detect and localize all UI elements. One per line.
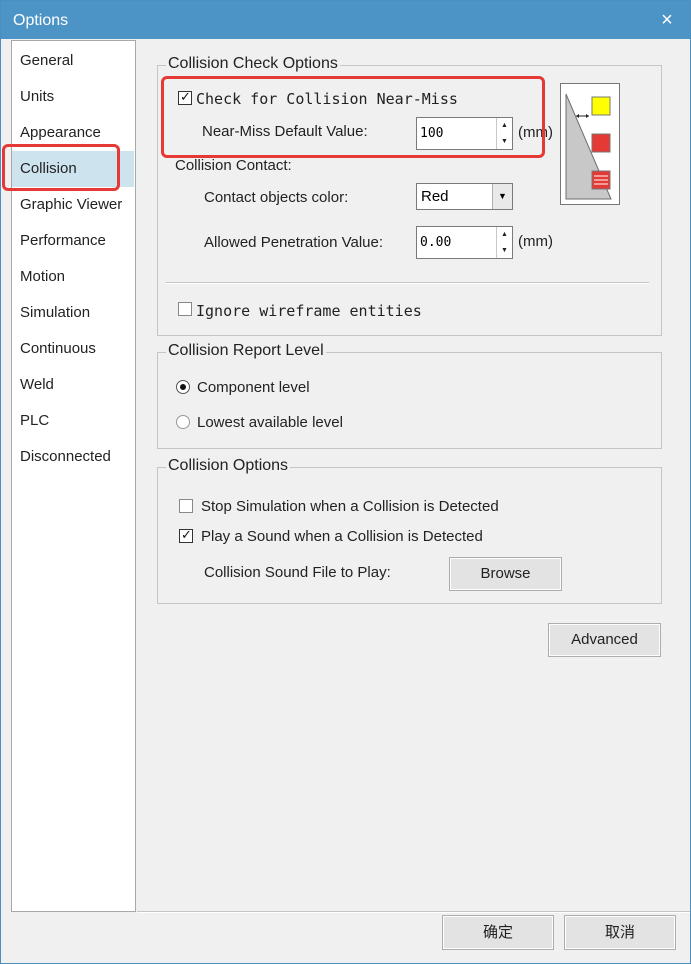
footer-divider (137, 911, 690, 913)
near-miss-checkbox-label: Check for Collision Near-Miss (196, 90, 458, 108)
nav-item-performance[interactable]: Performance (12, 223, 134, 259)
collision-preview-image (560, 83, 620, 205)
contact-swatch (591, 133, 611, 153)
radio-selected-dot (180, 384, 186, 390)
collision-preview-graphic (565, 93, 612, 200)
near-miss-value-spinner[interactable]: 100 ▲ ▼ (416, 117, 513, 150)
nav-item-motion[interactable]: Motion (12, 259, 134, 295)
nav-item-disconnected[interactable]: Disconnected (12, 439, 134, 475)
contact-color-value: Red (421, 188, 449, 205)
lowest-level-radio[interactable] (176, 415, 190, 429)
near-miss-swatch (591, 96, 611, 116)
penetration-unit: (mm) (518, 233, 553, 250)
nav-item-weld[interactable]: Weld (12, 367, 134, 403)
contact-color-select[interactable]: Red ▼ (416, 183, 513, 210)
collision-report-level-title: Collision Report Level (166, 342, 326, 360)
nav-item-graphic-viewer[interactable]: Graphic Viewer (12, 187, 134, 223)
near-miss-unit: (mm) (518, 124, 553, 141)
window-title: Options (13, 12, 69, 29)
penetration-value: 0.00 (420, 235, 452, 250)
play-sound-checkbox[interactable]: ✓ (179, 527, 193, 543)
nav-item-plc[interactable]: PLC (12, 403, 134, 439)
nav-item-continuous[interactable]: Continuous (12, 331, 134, 367)
spin-up-icon[interactable]: ▲ (497, 118, 512, 133)
component-level-label: Component level (197, 379, 310, 396)
close-icon[interactable]: × (644, 1, 690, 39)
penetration-label: Allowed Penetration Value: (204, 234, 384, 251)
component-level-radio[interactable] (176, 380, 190, 394)
collision-options-title: Collision Options (166, 457, 291, 475)
stop-simulation-label: Stop Simulation when a Collision is Dete… (201, 498, 499, 515)
play-sound-label: Play a Sound when a Collision is Detecte… (201, 528, 483, 545)
penetration-value-spinner[interactable]: 0.00 ▲ ▼ (416, 226, 513, 259)
nav-item-general[interactable]: General (12, 43, 134, 79)
nav-item-appearance[interactable]: Appearance (12, 115, 134, 151)
advanced-button[interactable]: Advanced (548, 623, 661, 657)
collision-contact-heading: Collision Contact: (175, 157, 292, 174)
spin-down-icon[interactable]: ▼ (497, 134, 512, 149)
near-miss-default-label: Near-Miss Default Value: (202, 123, 368, 140)
category-list: General Units Appearance Collision Graph… (11, 40, 136, 912)
arrowhead-right (586, 114, 589, 118)
ignore-wireframe-checkbox[interactable] (178, 302, 192, 316)
chevron-down-icon[interactable]: ▼ (492, 184, 512, 209)
spin-up-icon[interactable]: ▲ (497, 227, 512, 242)
cancel-button[interactable]: 取消 (564, 915, 676, 950)
checkmark-icon: ✓ (180, 89, 191, 104)
browse-button[interactable]: Browse (449, 557, 562, 591)
spin-down-icon[interactable]: ▼ (497, 243, 512, 258)
title-bar[interactable]: Options × (1, 1, 690, 39)
collision-check-options-title: Collision Check Options (166, 55, 340, 73)
collision-report-level-group: Collision Report Level (157, 342, 662, 449)
ignore-wireframe-label: Ignore wireframe entities (196, 302, 422, 320)
stop-simulation-checkbox[interactable] (179, 499, 193, 513)
checkmark-icon: ✓ (181, 527, 192, 542)
ok-button[interactable]: 确定 (442, 915, 554, 950)
contact-color-label: Contact objects color: (204, 189, 349, 206)
nav-item-units[interactable]: Units (12, 79, 134, 115)
near-miss-value: 100 (420, 126, 444, 141)
divider (166, 282, 649, 284)
nav-item-simulation[interactable]: Simulation (12, 295, 134, 331)
lowest-level-label: Lowest available level (197, 414, 343, 431)
options-dialog: Options × General Units Appearance Colli… (0, 0, 691, 964)
sound-file-label: Collision Sound File to Play: (204, 564, 391, 581)
near-miss-checkbox[interactable]: ✓ (178, 89, 192, 105)
nav-item-collision[interactable]: Collision (12, 151, 134, 187)
